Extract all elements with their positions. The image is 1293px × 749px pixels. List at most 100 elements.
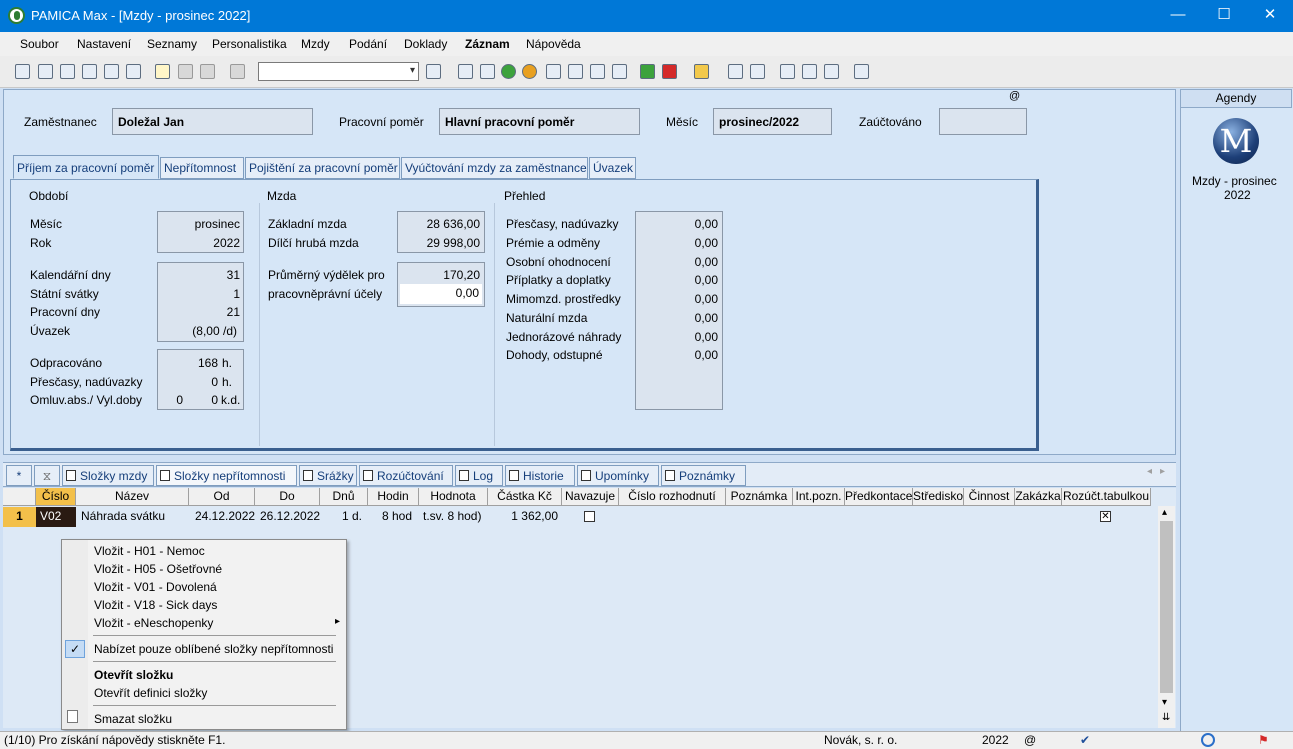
filter-icon[interactable]: [426, 64, 441, 79]
col-header[interactable]: Název: [76, 488, 189, 506]
menu-soubor[interactable]: Soubor: [20, 37, 59, 51]
ctx-delete-item[interactable]: Smazat složku: [94, 712, 172, 726]
calculator-icon[interactable]: [728, 64, 743, 79]
menu-doklady[interactable]: Doklady: [404, 37, 447, 51]
agenda-item-line2[interactable]: 2022: [1224, 188, 1251, 202]
allocation-checkbox[interactable]: ✕: [1100, 511, 1111, 522]
status-check-icon[interactable]: ✔: [1080, 733, 1090, 747]
help-pointer-icon[interactable]: [854, 64, 869, 79]
m-report-icon[interactable]: [458, 64, 473, 79]
filter-tab-icon[interactable]: ⧖: [34, 465, 60, 486]
subtab-reminders[interactable]: Upomínky: [577, 465, 659, 486]
cell-days[interactable]: 1 d.: [342, 507, 362, 527]
col-header[interactable]: Rozúčt.tabulkou: [1062, 488, 1151, 506]
new-row-tab[interactable]: *: [6, 465, 32, 486]
chart-icon[interactable]: [480, 64, 495, 79]
menu-mzdy[interactable]: Mzdy: [301, 37, 330, 51]
col-header[interactable]: Od: [189, 488, 255, 506]
col-header[interactable]: Částka Kč: [488, 488, 562, 506]
cell-value[interactable]: t.sv. 8 hod): [423, 507, 481, 527]
maximize-button[interactable]: ☐: [1201, 0, 1247, 32]
window-list-icon[interactable]: [824, 64, 839, 79]
scroll-down-icon[interactable]: ▾: [1162, 697, 1167, 708]
tab-absence[interactable]: Nepřítomnost: [160, 157, 244, 179]
employee-field[interactable]: Doležal Jan: [112, 108, 313, 135]
menu-personalistika[interactable]: Personalistika: [212, 37, 287, 51]
window-icon[interactable]: [802, 64, 817, 79]
calendar-icon[interactable]: [546, 64, 561, 79]
red-flag-icon[interactable]: [662, 64, 677, 79]
export-icon[interactable]: [126, 64, 141, 79]
calendar-clock-icon[interactable]: [568, 64, 583, 79]
col-header[interactable]: Předkontace: [845, 488, 913, 506]
col-header[interactable]: Do: [255, 488, 320, 506]
subtab-absence-items[interactable]: Složky nepřítomnosti: [156, 465, 297, 486]
posted-field[interactable]: [939, 108, 1027, 135]
tab-income[interactable]: Příjem za pracovní poměr: [13, 155, 159, 179]
grid-icon[interactable]: [15, 64, 30, 79]
green-flag-icon[interactable]: [640, 64, 655, 79]
col-header[interactable]: Zakázka: [1015, 488, 1062, 506]
iban-icon[interactable]: [750, 64, 765, 79]
tab-settlement[interactable]: Vyúčtování mzdy za zaměstnance: [401, 157, 588, 179]
col-header[interactable]: Číslo: [36, 488, 76, 506]
subtab-wage-items[interactable]: Složky mzdy: [62, 465, 154, 486]
status-ok-icon[interactable]: [1201, 733, 1215, 747]
cell-name[interactable]: Náhrada svátku: [81, 507, 165, 527]
duplicate-icon[interactable]: [230, 64, 245, 79]
cell-to[interactable]: 26.12.2022: [260, 507, 320, 527]
col-header[interactable]: Navazuje: [562, 488, 619, 506]
menu-podani[interactable]: Podání: [349, 37, 387, 51]
ctx-favorites-only[interactable]: Nabízet pouze oblíbené složky nepřítomno…: [94, 642, 333, 656]
col-header[interactable]: Číslo rozhodnutí: [619, 488, 726, 506]
ctx-open-item[interactable]: Otevřít složku: [94, 668, 173, 682]
cell-amount[interactable]: 1 362,00: [488, 507, 558, 527]
menu-seznamy[interactable]: Seznamy: [147, 37, 197, 51]
pdf-icon[interactable]: [104, 64, 119, 79]
tab-scroll-right-icon[interactable]: ▸: [1160, 466, 1165, 477]
ctx-insert-v01[interactable]: Vložit - V01 - Dovolená: [94, 580, 217, 594]
menu-nastaveni[interactable]: Nastavení: [77, 37, 131, 51]
subtab-notes[interactable]: Poznámky: [661, 465, 746, 486]
col-header[interactable]: Poznámka: [726, 488, 793, 506]
col-header[interactable]: Hodin: [368, 488, 419, 506]
person-orange-icon[interactable]: [522, 64, 537, 79]
print-preview-icon[interactable]: [82, 64, 97, 79]
subtab-log[interactable]: Log: [455, 465, 503, 486]
scrollbar-thumb[interactable]: [1160, 521, 1173, 693]
folder-icon[interactable]: [694, 64, 709, 79]
col-header[interactable]: Středisko: [913, 488, 964, 506]
ctx-insert-v18[interactable]: Vložit - V18 - Sick days: [94, 598, 217, 612]
scroll-end-icon[interactable]: ⇊: [1162, 712, 1170, 723]
cell-hours[interactable]: 8 hod: [382, 507, 412, 527]
col-header[interactable]: Hodnota: [419, 488, 488, 506]
person-green-icon[interactable]: [501, 64, 516, 79]
status-flag-icon[interactable]: ⚑: [1258, 733, 1269, 747]
subtab-allocation[interactable]: Rozúčtování: [359, 465, 453, 486]
toolbar-combo[interactable]: [258, 62, 419, 81]
avg-input[interactable]: 0,00: [400, 284, 482, 304]
navazuje-checkbox[interactable]: [584, 511, 595, 522]
subtab-history[interactable]: Historie: [505, 465, 575, 486]
ctx-insert-h05[interactable]: Vložit - H05 - Ošetřovné: [94, 562, 222, 576]
tab-insurance[interactable]: Pojištění za pracovní poměr: [245, 157, 400, 179]
subtab-deductions[interactable]: Srážky: [299, 465, 357, 486]
ctx-insert-eneschopenky[interactable]: Vložit - eNeschopenky: [94, 616, 213, 630]
col-header[interactable]: Dnů: [320, 488, 368, 506]
delete-icon[interactable]: [200, 64, 215, 79]
close-button[interactable]: ✕: [1247, 0, 1293, 32]
monitor-icon[interactable]: [780, 64, 795, 79]
tab-load[interactable]: Úvazek: [589, 157, 636, 179]
menu-napoveda[interactable]: Nápověda: [526, 37, 581, 51]
menu-zaznam[interactable]: Záznam: [465, 37, 510, 51]
copy-icon[interactable]: [38, 64, 53, 79]
calc-add-icon[interactable]: [612, 64, 627, 79]
cell-code[interactable]: V02: [36, 507, 76, 527]
m-doc-icon[interactable]: [590, 64, 605, 79]
pamica-logo-icon[interactable]: M: [1213, 118, 1259, 164]
ctx-open-definition[interactable]: Otevřít definici složky: [94, 686, 207, 700]
scroll-up-icon[interactable]: ▴: [1162, 507, 1167, 518]
col-header[interactable]: Činnost: [964, 488, 1015, 506]
tab-scroll-left-icon[interactable]: ◂: [1147, 466, 1152, 477]
print-icon[interactable]: [60, 64, 75, 79]
